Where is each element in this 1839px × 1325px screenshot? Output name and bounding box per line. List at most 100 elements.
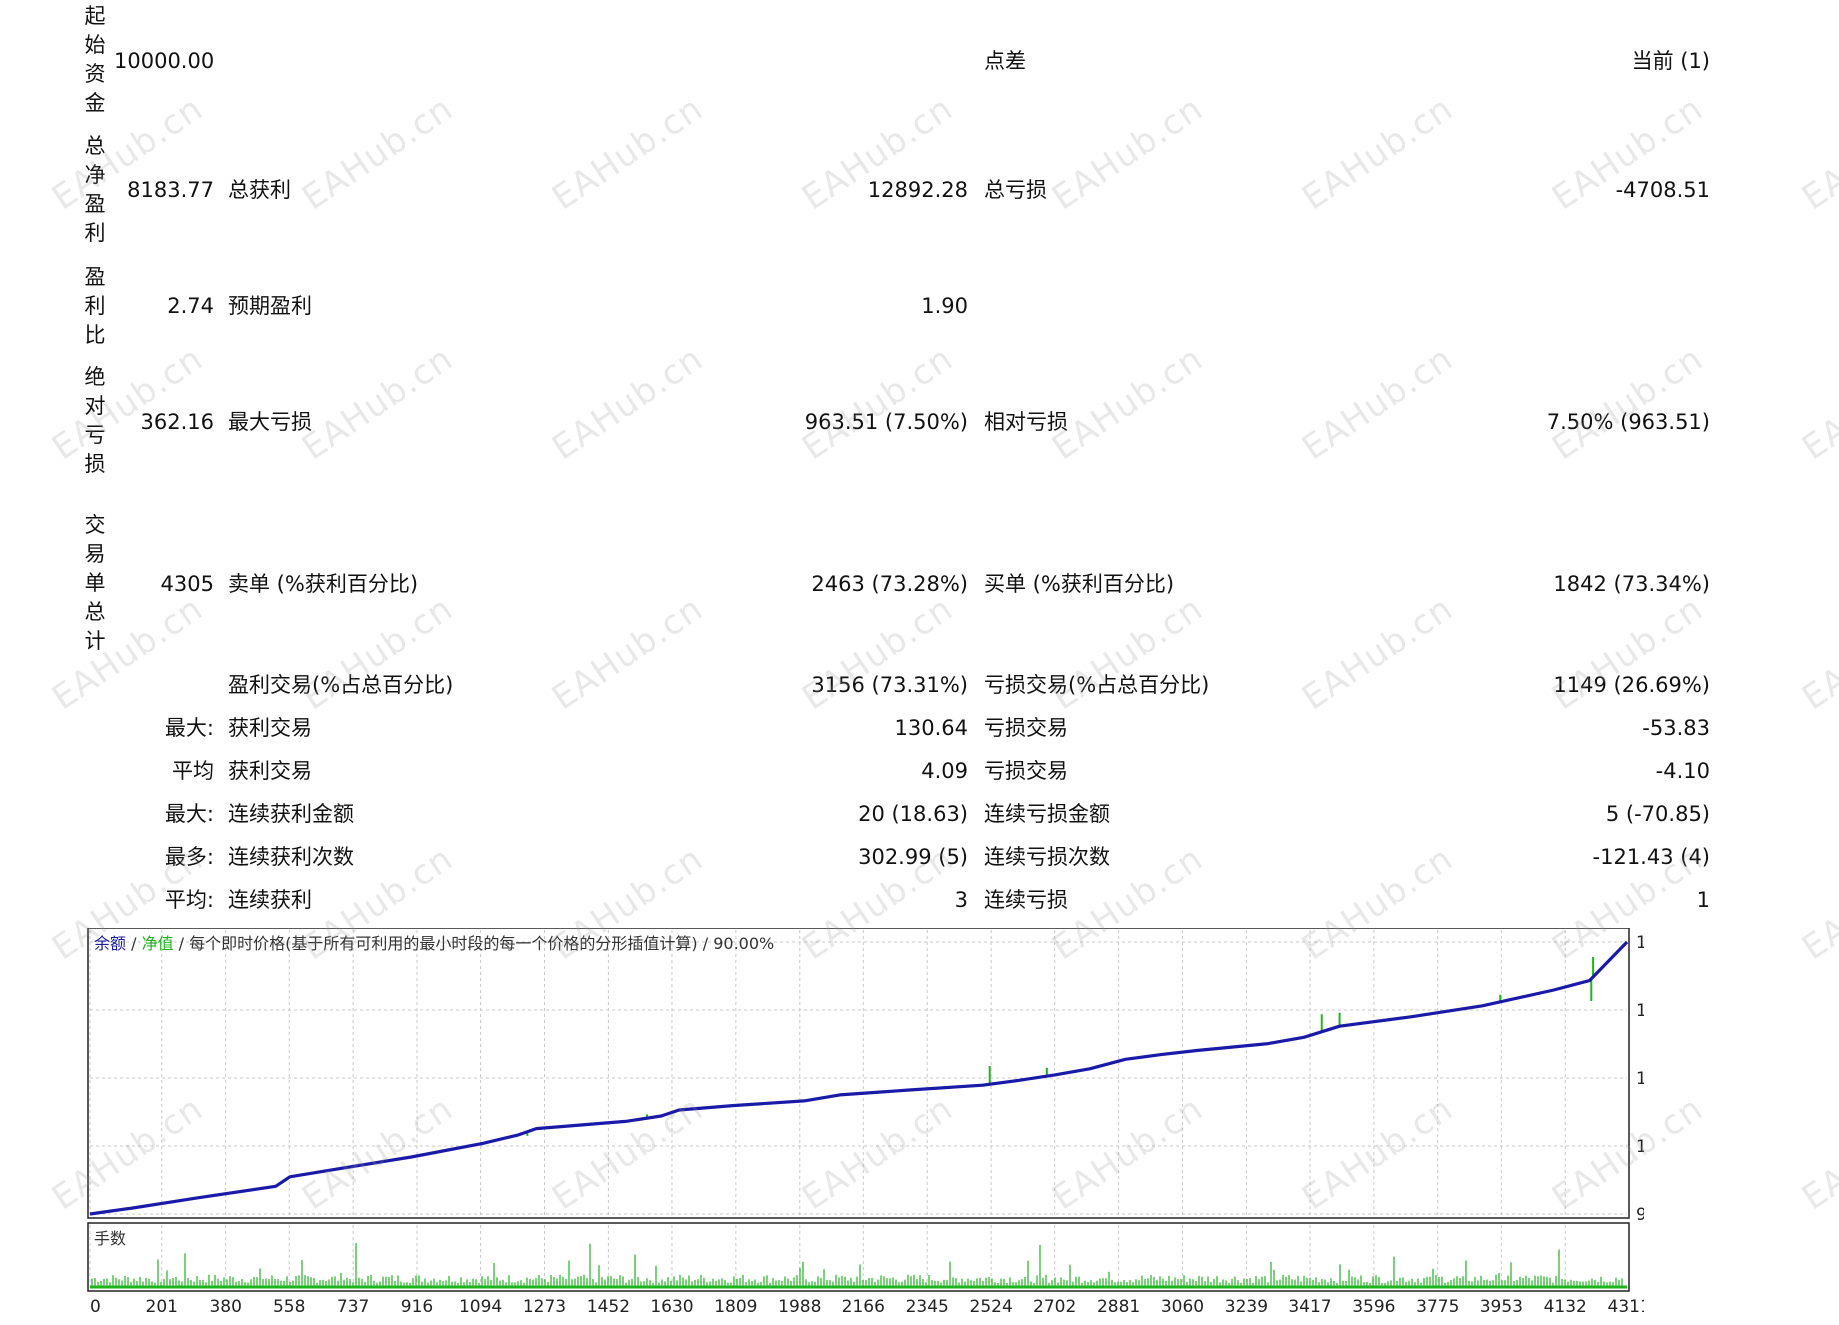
watermark: EAHub.cn xyxy=(545,588,711,719)
relative-drawdown-label: 相对亏损 xyxy=(984,410,1068,434)
x-tick-label: 3239 xyxy=(1225,1297,1268,1317)
watermark: EAHub.cn xyxy=(795,588,961,719)
gross-loss-label: 总亏损 xyxy=(984,178,1047,202)
row-right-value: -121.43 (4) xyxy=(1592,845,1710,869)
watermark: EAHub.cn xyxy=(1795,1088,1839,1219)
initial-deposit-value: 10000.00 xyxy=(114,49,215,73)
chart-grid xyxy=(89,930,1630,1289)
y-tick-label: 11699 xyxy=(1636,1137,1644,1157)
long-positions-value: 1842 (73.34%) xyxy=(1553,572,1710,596)
x-tick-label: 3417 xyxy=(1288,1297,1331,1317)
long-positions-label: 买单 (%获利百分比) xyxy=(984,572,1175,596)
profit-factor-value: 2.74 xyxy=(167,294,214,318)
main-plot-frame xyxy=(87,928,1630,1219)
x-tick-label: 1452 xyxy=(587,1297,630,1317)
x-tick-label: 4311 xyxy=(1608,1297,1644,1317)
row-prefix: 最多: xyxy=(164,845,214,869)
x-tick-label: 380 xyxy=(209,1297,241,1317)
lots-label: 手数 xyxy=(94,1229,126,1248)
y-tick-label: 9540 xyxy=(1636,1205,1644,1225)
row-right-label: 连续亏损金额 xyxy=(984,802,1110,826)
x-tick-label: 2345 xyxy=(906,1297,949,1317)
expected-payoff-value: 1.90 xyxy=(921,294,968,318)
x-tick-label: 3596 xyxy=(1352,1297,1395,1317)
row-right-label: 亏损交易 xyxy=(984,716,1068,740)
total-trades-value: 4305 xyxy=(160,572,214,596)
profit-factor-label: 盈利比 xyxy=(84,265,106,347)
x-tick-label: 558 xyxy=(273,1297,305,1317)
x-tick-label: 1273 xyxy=(523,1297,566,1317)
loss-trades-value: 1149 (26.69%) xyxy=(1553,673,1710,697)
row-right-label: 亏损交易 xyxy=(984,759,1068,783)
x-tick-label: 1094 xyxy=(459,1297,502,1317)
watermark: EAHub.cn xyxy=(795,338,961,469)
row-right-value: 1 xyxy=(1696,888,1710,912)
row-left-value: 4.09 xyxy=(921,759,968,783)
gross-profit-label: 总获利 xyxy=(228,178,291,202)
y-tick-label: 16016 xyxy=(1636,1001,1644,1021)
absolute-drawdown-value: 362.16 xyxy=(140,410,214,434)
y-tick-label: 18174 xyxy=(1636,933,1644,953)
x-tick-label: 3060 xyxy=(1161,1297,1204,1317)
loss-trades-label: 亏损交易(%占总百分比) xyxy=(984,673,1210,697)
row-left-label: 连续获利次数 xyxy=(228,845,354,869)
gross-loss-value: -4708.51 xyxy=(1615,178,1710,202)
row-left-label: 获利交易 xyxy=(228,759,312,783)
header-balance: 余额 xyxy=(94,934,126,953)
watermark: EAHub.cn xyxy=(545,338,711,469)
net-profit-label: 总净盈利 xyxy=(84,134,106,245)
watermark: EAHub.cn xyxy=(1045,338,1211,469)
watermark: EAHub.cn xyxy=(1795,88,1839,219)
x-tick-label: 1809 xyxy=(714,1297,757,1317)
y-axis-ticks: 18174 16016 13857 11699 9540 xyxy=(1636,933,1644,1225)
balance-chart: 余额 / 净值 / 每个即时价格(基于所有可利用的最小时段的每一个价格的分形插值… xyxy=(87,928,1644,1317)
watermark: EAHub.cn xyxy=(45,338,211,469)
x-tick-label: 1630 xyxy=(650,1297,693,1317)
watermark: EAHub.cn xyxy=(1545,338,1711,469)
row-left-label: 连续获利金额 xyxy=(228,802,354,826)
spread-label: 点差 xyxy=(984,49,1026,73)
lots-plot-frame xyxy=(87,1222,1630,1292)
total-trades-label: 交易单总计 xyxy=(84,513,106,653)
profit-trades-label: 盈利交易(%占总百分比) xyxy=(228,673,454,697)
initial-deposit-label: 起始资金 xyxy=(84,4,106,115)
watermark: EAHub.cn xyxy=(1045,88,1211,219)
x-tick-label: 3953 xyxy=(1480,1297,1523,1317)
row-right-label: 连续亏损次数 xyxy=(984,845,1110,869)
row-left-value: 20 (18.63) xyxy=(858,802,968,826)
x-tick-label: 2881 xyxy=(1097,1297,1140,1317)
watermark: EAHub.cn xyxy=(45,588,211,719)
row-right-value: -53.83 xyxy=(1642,716,1710,740)
row-prefix: 最大: xyxy=(164,716,214,740)
watermark: EAHub.cn xyxy=(1295,588,1461,719)
x-tick-label: 737 xyxy=(337,1297,369,1317)
watermark: EAHub.cn xyxy=(295,88,461,219)
x-tick-label: 2524 xyxy=(970,1297,1013,1317)
header-model: 每个即时价格(基于所有可利用的最小时段的每一个价格的分形插值计算) xyxy=(189,934,698,953)
absolute-drawdown-label: 绝对亏损 xyxy=(84,365,106,476)
watermark: EAHub.cn xyxy=(1295,88,1461,219)
header-quality: 90.00% xyxy=(713,934,774,953)
max-drawdown-label: 最大亏损 xyxy=(228,410,312,434)
relative-drawdown-value: 7.50% (963.51) xyxy=(1546,410,1710,434)
x-tick-label: 4132 xyxy=(1544,1297,1587,1317)
row-right-value: -4.10 xyxy=(1655,759,1710,783)
watermark: EAHub.cn xyxy=(1045,588,1211,719)
chart-header: 余额 / 净值 / 每个即时价格(基于所有可利用的最小时段的每一个价格的分形插值… xyxy=(94,934,774,953)
gross-profit-value: 12892.28 xyxy=(867,178,968,202)
row-left-label: 连续获利 xyxy=(228,888,312,912)
watermark: EAHub.cn xyxy=(1795,588,1839,719)
row-right-value: 5 (-70.85) xyxy=(1605,802,1710,826)
watermark: EAHub.cn xyxy=(1545,588,1711,719)
x-tick-label: 0 xyxy=(90,1297,101,1317)
x-axis-ticks: 0 201 380 558 737 916 1094 1273 1452 1630 1809 1988… xyxy=(90,1297,1644,1317)
header-equity: 净值 xyxy=(142,934,174,953)
profit-trades-value: 3156 (73.31%) xyxy=(811,673,968,697)
watermark: EAHub.cn xyxy=(545,88,711,219)
row-prefix: 平均: xyxy=(164,888,214,912)
row-left-value: 3 xyxy=(954,888,968,912)
row-prefix: 平均 xyxy=(172,759,214,783)
row-left-value: 302.99 (5) xyxy=(858,845,968,869)
row-prefix: 最大: xyxy=(164,802,214,826)
row-right-label: 连续亏损 xyxy=(984,888,1068,912)
